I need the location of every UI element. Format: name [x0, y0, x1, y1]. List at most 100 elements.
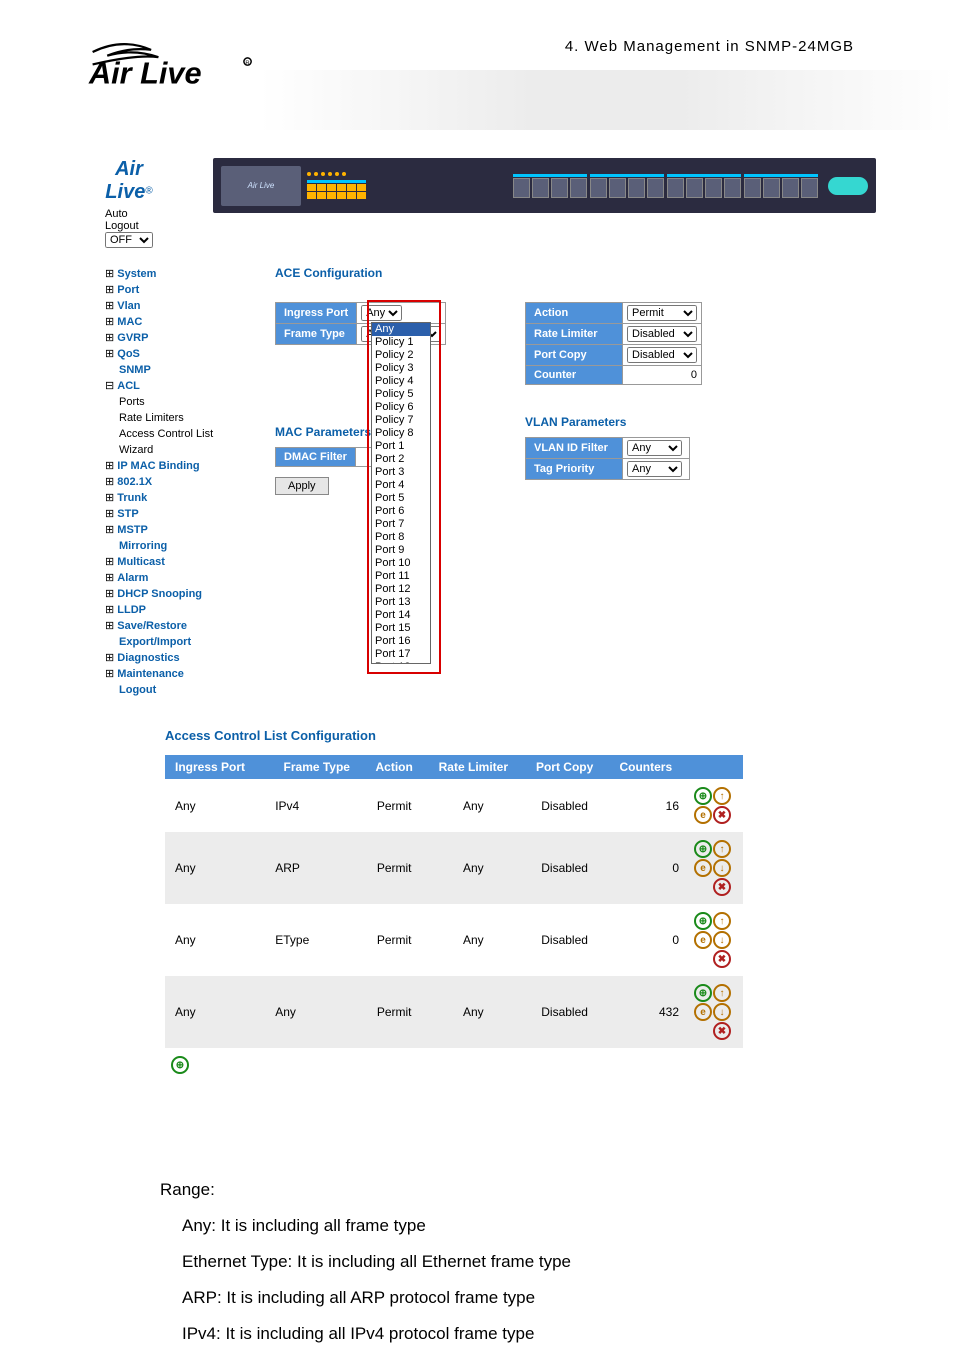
dropdown-option[interactable]: Policy 5 — [372, 388, 430, 401]
dropdown-option[interactable]: Port 11 — [372, 570, 430, 583]
acl-cell: Disabled — [523, 832, 607, 904]
nav-tree: SystemPortVlanMACGVRPQoSSNMPACLPortsRate… — [105, 266, 245, 698]
dropdown-option[interactable]: Port 18 — [372, 661, 430, 664]
nav-item[interactable]: Diagnostics — [105, 650, 245, 666]
dropdown-option[interactable]: Policy 8 — [372, 427, 430, 440]
nav-item[interactable]: Save/Restore — [105, 618, 245, 634]
nav-item[interactable]: ACL — [105, 378, 245, 394]
svg-text:R: R — [245, 60, 249, 66]
dropdown-option[interactable]: Port 16 — [372, 635, 430, 648]
range-line: ARP: It is including all ARP protocol fr… — [160, 1280, 780, 1316]
del-icon[interactable]: ✖ — [713, 1022, 731, 1040]
param-value: Disabled — [623, 324, 702, 345]
acl-cell: Permit — [364, 832, 424, 904]
acl-cell: ARP — [269, 832, 364, 904]
param-select[interactable]: Permit — [627, 305, 697, 321]
del-icon[interactable]: ✖ — [713, 878, 731, 896]
range-line: Any: It is including all frame type — [160, 1208, 780, 1244]
edit-icon[interactable]: e — [694, 1003, 712, 1021]
nav-item[interactable]: MAC — [105, 314, 245, 330]
nav-item[interactable]: Logout — [105, 682, 245, 698]
dropdown-option[interactable]: Port 9 — [372, 544, 430, 557]
nav-item[interactable]: System — [105, 266, 245, 282]
nav-item[interactable]: IP MAC Binding — [105, 458, 245, 474]
nav-item[interactable]: SNMP — [105, 362, 245, 378]
nav-item[interactable]: Vlan — [105, 298, 245, 314]
add-icon[interactable]: ⊕ — [694, 787, 712, 805]
nav-item[interactable]: Port — [105, 282, 245, 298]
dropdown-option[interactable]: Port 2 — [372, 453, 430, 466]
dropdown-option[interactable]: Port 14 — [372, 609, 430, 622]
ace-right-table: ActionPermitRate LimiterDisabledPort Cop… — [525, 302, 702, 385]
dropdown-option[interactable]: Policy 6 — [372, 401, 430, 414]
dropdown-option[interactable]: Port 13 — [372, 596, 430, 609]
nav-item[interactable]: Maintenance — [105, 666, 245, 682]
dropdown-option[interactable]: Port 8 — [372, 531, 430, 544]
header-gradient — [260, 70, 954, 130]
acl-config-screenshot: Access Control List Configuration Ingres… — [165, 728, 743, 1082]
nav-item[interactable]: Multicast — [105, 554, 245, 570]
dropdown-option[interactable]: Port 1 — [372, 440, 430, 453]
up-icon[interactable]: ↑ — [713, 912, 731, 930]
dropdown-option[interactable]: Policy 1 — [372, 336, 430, 349]
edit-icon[interactable]: e — [694, 859, 712, 877]
range-line: Ethernet Type: It is including all Ether… — [160, 1244, 780, 1280]
up-icon[interactable]: ↑ — [713, 984, 731, 1002]
nav-item[interactable]: STP — [105, 506, 245, 522]
auto-logout-label: Auto Logout — [105, 208, 139, 232]
down-icon[interactable]: ↓ — [713, 931, 731, 949]
nav-item[interactable]: Rate Limiters — [105, 410, 245, 426]
edit-icon[interactable]: e — [694, 806, 712, 824]
nav-item[interactable]: QoS — [105, 346, 245, 362]
param-select[interactable]: Disabled — [627, 347, 697, 363]
dropdown-option[interactable]: Port 6 — [372, 505, 430, 518]
dropdown-option[interactable]: Policy 2 — [372, 349, 430, 362]
dropdown-option[interactable]: Policy 3 — [372, 362, 430, 375]
add-icon[interactable]: ⊕ — [694, 984, 712, 1002]
add-icon[interactable]: ⊕ — [694, 840, 712, 858]
dropdown-option[interactable]: Port 5 — [372, 492, 430, 505]
add-icon[interactable]: ⊕ — [171, 1056, 189, 1074]
nav-item[interactable]: Export/Import — [105, 634, 245, 650]
dropdown-option[interactable]: Policy 7 — [372, 414, 430, 427]
acl-column-header: Ingress Port — [165, 755, 269, 779]
del-icon[interactable]: ✖ — [713, 806, 731, 824]
nav-item[interactable]: Mirroring — [105, 538, 245, 554]
down-icon[interactable]: ↓ — [713, 859, 731, 877]
nav-item[interactable]: Ports — [105, 394, 245, 410]
up-icon[interactable]: ↑ — [713, 840, 731, 858]
apply-button[interactable]: Apply — [275, 477, 329, 495]
dropdown-option[interactable]: Port 7 — [372, 518, 430, 531]
nav-item[interactable]: Wizard — [105, 442, 245, 458]
acl-cell: Any — [165, 832, 269, 904]
nav-item[interactable]: 802.1X — [105, 474, 245, 490]
nav-item[interactable]: Alarm — [105, 570, 245, 586]
nav-item[interactable]: DHCP Snooping — [105, 586, 245, 602]
nav-item[interactable]: LLDP — [105, 602, 245, 618]
nav-item[interactable]: MSTP — [105, 522, 245, 538]
header-section-path: 4. Web Management in SNMP-24MGB — [565, 38, 854, 55]
dropdown-option[interactable]: Port 10 — [372, 557, 430, 570]
del-icon[interactable]: ✖ — [713, 950, 731, 968]
up-icon[interactable]: ↑ — [713, 787, 731, 805]
ingress-port-dropdown[interactable]: AnyPolicy 1Policy 2Policy 3Policy 4Polic… — [371, 322, 431, 664]
down-icon[interactable]: ↓ — [713, 1003, 731, 1021]
param-value: Disabled — [623, 345, 702, 366]
add-icon[interactable]: ⊕ — [694, 912, 712, 930]
nav-item[interactable]: GVRP — [105, 330, 245, 346]
param-select[interactable]: Any — [627, 461, 682, 477]
dropdown-option[interactable]: Policy 4 — [372, 375, 430, 388]
dropdown-option[interactable]: Port 4 — [372, 479, 430, 492]
nav-item[interactable]: Trunk — [105, 490, 245, 506]
param-select[interactable]: Disabled — [627, 326, 697, 342]
device-label: Air Live — [221, 166, 301, 206]
dropdown-option[interactable]: Port 17 — [372, 648, 430, 661]
edit-icon[interactable]: e — [694, 931, 712, 949]
param-select[interactable]: Any — [627, 440, 682, 456]
dropdown-option[interactable]: Port 12 — [372, 583, 430, 596]
dropdown-option[interactable]: Port 3 — [372, 466, 430, 479]
nav-item[interactable]: Access Control List — [105, 426, 245, 442]
dropdown-option[interactable]: Port 15 — [372, 622, 430, 635]
dropdown-option[interactable]: Any — [372, 323, 430, 336]
auto-logout-select[interactable]: OFF — [105, 232, 153, 248]
